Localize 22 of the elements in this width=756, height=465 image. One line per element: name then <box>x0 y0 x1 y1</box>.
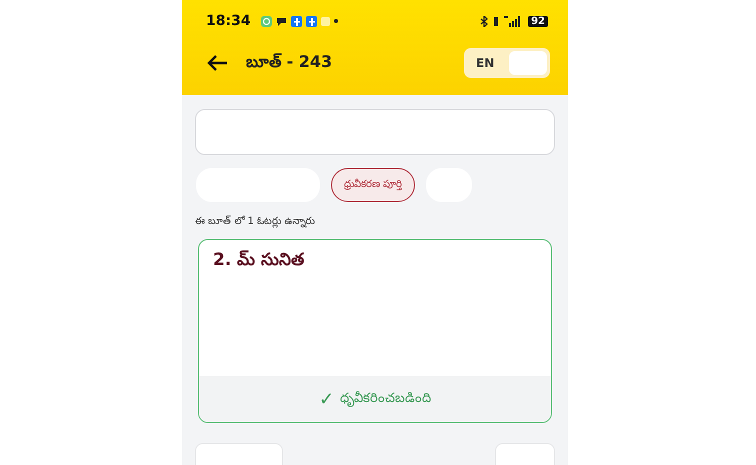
verified-status: ధృవీకరించబడింది <box>340 390 432 408</box>
battery-level: 92 <box>528 16 548 26</box>
voter-card[interactable]: 2. మ్ సునిత ✓ ధృవీకరించబడింది <box>198 239 552 423</box>
toggle-knob <box>509 51 547 75</box>
check-icon: ✓ <box>318 388 334 410</box>
message-icon <box>276 16 287 26</box>
page-title: బూత్ - 243 <box>246 52 332 72</box>
app-icon <box>306 16 317 26</box>
signal-icon <box>504 16 520 26</box>
search-field[interactable] <box>195 109 555 155</box>
toggle-label: EN <box>476 56 496 70</box>
language-toggle[interactable]: EN <box>464 48 550 78</box>
chat-icon <box>260 16 272 26</box>
bluetooth-icon <box>480 16 488 26</box>
dot-icon <box>334 19 338 23</box>
notification-icon <box>320 16 330 26</box>
voter-count: ఈ బూత్ లో 1 ఓటర్లు ఉన్నారు <box>195 215 316 229</box>
status-time: 18:34 <box>206 13 251 29</box>
back-arrow-icon <box>206 54 228 72</box>
app-icon <box>290 16 302 26</box>
filter-chip[interactable]: ధ్రువీకరణ పూర్తి <box>331 168 416 202</box>
voter-name: 2. మ్ సునిత <box>212 249 306 272</box>
